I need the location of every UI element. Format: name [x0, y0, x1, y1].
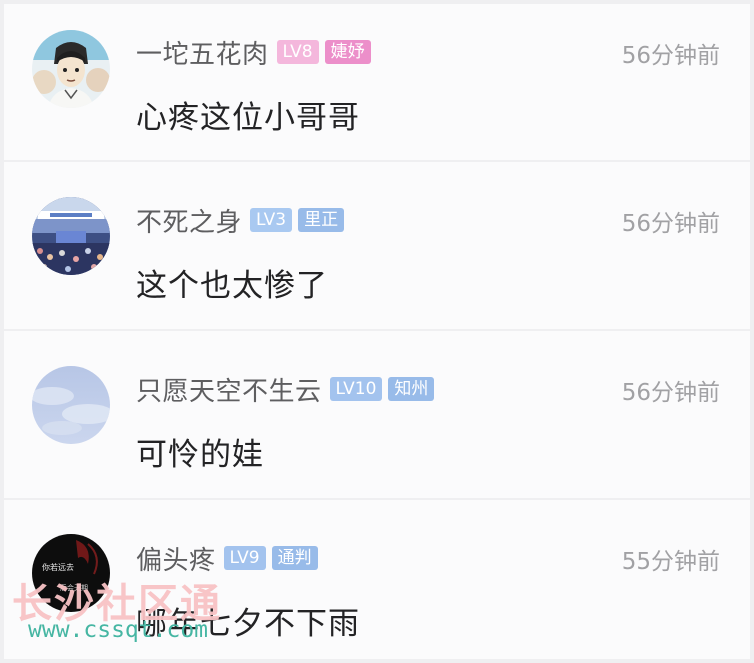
comment-text: 这个也太惨了	[136, 268, 328, 304]
comment-text: 心疼这位小哥哥	[136, 100, 360, 136]
timestamp: 56分钟前	[621, 380, 720, 406]
title-badge: 知州	[388, 377, 435, 401]
avatar[interactable]	[32, 366, 110, 444]
level-badge: LV3	[250, 208, 293, 232]
level-badge: LV10	[329, 377, 383, 401]
title-badge: 里正	[298, 208, 345, 232]
comment-text: 哪年七夕不下雨	[136, 606, 360, 642]
avatar[interactable]: 你若远去 后会无期	[32, 534, 110, 612]
timestamp: 56分钟前	[621, 43, 720, 69]
level-badge: LV8	[276, 40, 319, 64]
comment-text: 可怜的娃	[136, 437, 264, 473]
avatar[interactable]	[32, 30, 110, 108]
username[interactable]: 一坨五花肉	[136, 34, 269, 71]
comment-meta: 偏头疼 LV9 通判	[136, 538, 318, 578]
comment-meta: 只愿天空不生云 LV10 知州	[136, 369, 435, 409]
avatar[interactable]	[32, 197, 110, 275]
avatar-text-line2: 后会无期	[60, 583, 88, 592]
title-badge: 通判	[271, 546, 318, 570]
comment-item: 只愿天空不生云 LV10 知州 56分钟前 可怜的娃	[4, 331, 750, 498]
username[interactable]: 偏头疼	[136, 540, 216, 577]
title-badge: 婕妤	[324, 40, 371, 64]
level-badge: LV9	[223, 546, 266, 570]
timestamp: 56分钟前	[621, 211, 720, 237]
comment-item: 你若远去 后会无期 偏头疼 LV9 通判 55分钟前 哪年七夕不下雨	[4, 500, 750, 659]
comment-item: 一坨五花肉 LV8 婕妤 56分钟前 心疼这位小哥哥	[4, 4, 750, 160]
timestamp: 55分钟前	[621, 549, 720, 575]
comment-meta: 一坨五花肉 LV8 婕妤	[136, 32, 371, 72]
stadium-crowd-avatar-icon	[32, 197, 110, 275]
comment-meta: 不死之身 LV3 里正	[136, 200, 345, 240]
username[interactable]: 只愿天空不生云	[136, 371, 322, 408]
anime-boy-avatar-icon	[32, 30, 110, 108]
username[interactable]: 不死之身	[136, 202, 242, 239]
comment-list: 一坨五花肉 LV8 婕妤 56分钟前 心疼这位小哥哥 不死之身 LV3 里正 5…	[4, 4, 750, 659]
avatar-text-line1: 你若远去	[42, 562, 74, 572]
dark-text-avatar-icon: 你若远去 后会无期	[32, 534, 110, 612]
comment-item: 不死之身 LV3 里正 56分钟前 这个也太惨了	[4, 162, 750, 329]
sky-avatar-icon	[32, 366, 110, 444]
